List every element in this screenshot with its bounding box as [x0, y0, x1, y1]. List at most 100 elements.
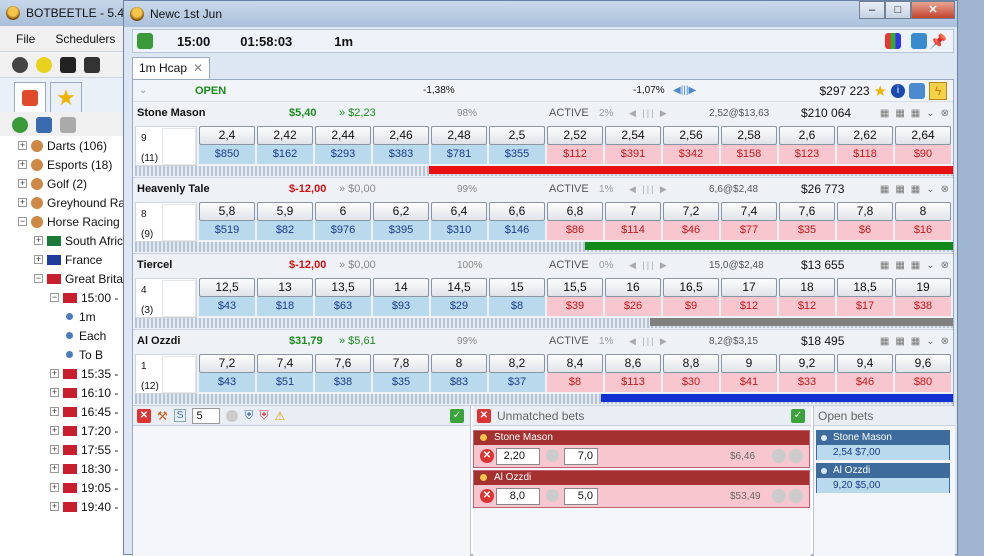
lay-price-cell[interactable]: 9,2 $33 — [779, 354, 835, 392]
back-price-cell[interactable]: 13,5 $63 — [315, 278, 371, 316]
expand-icon[interactable]: + — [18, 141, 27, 150]
expand-icon[interactable]: + — [50, 369, 59, 378]
lay-price-cell[interactable]: 19 $38 — [895, 278, 951, 316]
expand-icon[interactable]: + — [50, 502, 59, 511]
chevron-down-icon[interactable]: ⌄ — [926, 336, 934, 347]
back-price-button[interactable]: 2,4 — [199, 126, 255, 145]
lay-price-cell[interactable]: 8 $16 — [895, 202, 951, 240]
lay-price-button[interactable]: 19 — [895, 278, 951, 297]
lay-price-button[interactable]: 7,6 — [779, 202, 835, 221]
tree-node[interactable]: +18:30 - — [0, 459, 132, 478]
lay-price-button[interactable]: 9,2 — [779, 354, 835, 373]
lay-price-button[interactable]: 2,54 — [605, 126, 661, 145]
bars-icon[interactable]: ▦ — [911, 108, 920, 119]
runner-name[interactable]: Stone Mason — [137, 107, 205, 119]
expand-icon[interactable]: + — [50, 464, 59, 473]
back-price-button[interactable]: 2,44 — [315, 126, 371, 145]
chart-icon[interactable]: ▦ — [880, 260, 889, 271]
back-price-cell[interactable]: 14,5 $29 — [431, 278, 487, 316]
maximize-button[interactable]: □ — [885, 1, 911, 19]
tree-node[interactable]: + South Afric — [0, 231, 132, 250]
tree-node[interactable]: + France — [0, 250, 132, 269]
lay-price-cell[interactable]: 2,62 $118 — [837, 126, 893, 164]
lay-price-button[interactable]: 2,58 — [721, 126, 777, 145]
back-arrow-icon[interactable] — [772, 449, 786, 463]
expand-icon[interactable]: + — [50, 445, 59, 454]
settings-icon[interactable] — [60, 116, 76, 133]
lay-price-cell[interactable]: 16,5 $9 — [663, 278, 719, 316]
back-price-button[interactable]: 2,48 — [431, 126, 487, 145]
lay-price-button[interactable]: 7,4 — [721, 202, 777, 221]
lay-price-cell[interactable]: 8,8 $30 — [663, 354, 719, 392]
lay-price-button[interactable]: 8 — [895, 202, 951, 221]
reset-odds-icon[interactable] — [546, 489, 559, 502]
tree-node[interactable]: + Greyhound Ra — [0, 193, 132, 212]
back-price-button[interactable]: 14 — [373, 278, 429, 297]
ladder-arrows-icon[interactable]: ◀|||▶ — [673, 85, 696, 96]
back-price-cell[interactable]: 7,6 $38 — [315, 354, 371, 392]
lay-price-button[interactable]: 18 — [779, 278, 835, 297]
lightning-icon[interactable]: ϟ — [929, 81, 947, 100]
export-icon[interactable] — [909, 82, 925, 99]
lay-price-button[interactable]: 9,4 — [837, 354, 893, 373]
back-price-button[interactable]: 7,8 — [373, 354, 429, 373]
stake-input[interactable]: 7,0 — [564, 448, 598, 465]
lay-price-button[interactable]: 2,6 — [779, 126, 835, 145]
expand-icon[interactable]: + — [50, 426, 59, 435]
back-price-button[interactable]: 5,9 — [257, 202, 313, 221]
favourite-star-icon[interactable]: ★ — [874, 82, 887, 100]
lay-price-cell[interactable]: 15,5 $39 — [547, 278, 603, 316]
back-price-cell[interactable]: 2,46 $383 — [373, 126, 429, 164]
refresh-icon[interactable] — [12, 116, 28, 133]
lay-price-button[interactable]: 17 — [721, 278, 777, 297]
ladder-arrows-icon[interactable]: ◀ ||| ▶ — [629, 260, 669, 271]
bars-icon[interactable]: ▦ — [911, 184, 920, 195]
lay-price-cell[interactable]: 2,6 $123 — [779, 126, 835, 164]
chevron-down-icon[interactable]: ⌄ — [926, 260, 934, 271]
bars-icon[interactable]: ▦ — [911, 260, 920, 271]
lay-price-cell[interactable]: 7,6 $35 — [779, 202, 835, 240]
odds-input[interactable]: 2,20 — [496, 448, 540, 465]
lay-price-button[interactable]: 15,5 — [547, 278, 603, 297]
chart-icon[interactable]: ▦ — [880, 108, 889, 119]
back-price-button[interactable]: 7,6 — [315, 354, 371, 373]
back-price-button[interactable]: 2,5 — [489, 126, 545, 145]
back-price-cell[interactable]: 2,44 $293 — [315, 126, 371, 164]
new-window-icon[interactable] — [911, 33, 927, 49]
tennis-icon[interactable] — [36, 56, 52, 73]
lay-price-cell[interactable]: 8,4 $8 — [547, 354, 603, 392]
lay-price-cell[interactable]: 9 $41 — [721, 354, 777, 392]
tree-node[interactable]: +15:35 - — [0, 364, 132, 383]
confirm-icon[interactable]: ✓ — [450, 408, 464, 423]
lay-price-cell[interactable]: 9,6 $80 — [895, 354, 951, 392]
lay-price-button[interactable]: 2,52 — [547, 126, 603, 145]
tree-node[interactable]: +17:55 - — [0, 440, 132, 459]
back-price-cell[interactable]: 5,9 $82 — [257, 202, 313, 240]
lay-price-cell[interactable]: 6,8 $86 — [547, 202, 603, 240]
expand-icon[interactable]: + — [18, 160, 27, 169]
shield-red-icon[interactable]: ⛨ — [259, 408, 268, 423]
stake-input[interactable]: 5,0 — [564, 488, 598, 505]
shield-blue-icon[interactable]: ⛨ — [244, 408, 253, 423]
lay-price-cell[interactable]: 7,8 $6 — [837, 202, 893, 240]
back-price-cell[interactable]: 8,2 $37 — [489, 354, 545, 392]
back-price-cell[interactable]: 2,4 $850 — [199, 126, 255, 164]
chevron-down-icon[interactable]: ⌄ — [926, 108, 934, 119]
tools-icon[interactable]: ▦ — [895, 184, 904, 195]
reset-odds-icon[interactable] — [546, 449, 559, 462]
lay-price-cell[interactable]: 18,5 $17 — [837, 278, 893, 316]
back-price-button[interactable]: 6,4 — [431, 202, 487, 221]
tree-node[interactable]: To B — [0, 345, 132, 364]
ladder-arrows-icon[interactable]: ◀ ||| ▶ — [629, 184, 669, 195]
runner-name[interactable]: Tiercel — [137, 259, 172, 271]
lay-price-cell[interactable]: 16 $26 — [605, 278, 661, 316]
chart-icon[interactable]: ▦ — [880, 184, 889, 195]
tree-node[interactable]: +16:45 - — [0, 402, 132, 421]
cancel-all-icon[interactable]: ✕ — [137, 408, 151, 423]
back-price-cell[interactable]: 6,4 $310 — [431, 202, 487, 240]
lay-price-button[interactable]: 8,4 — [547, 354, 603, 373]
tab-market[interactable]: 1m Hcap ✕ — [132, 57, 211, 79]
favourites-tab[interactable]: ★ — [50, 82, 82, 112]
expand-icon[interactable]: + — [34, 236, 43, 245]
close-icon[interactable]: ⊗ — [941, 336, 949, 347]
